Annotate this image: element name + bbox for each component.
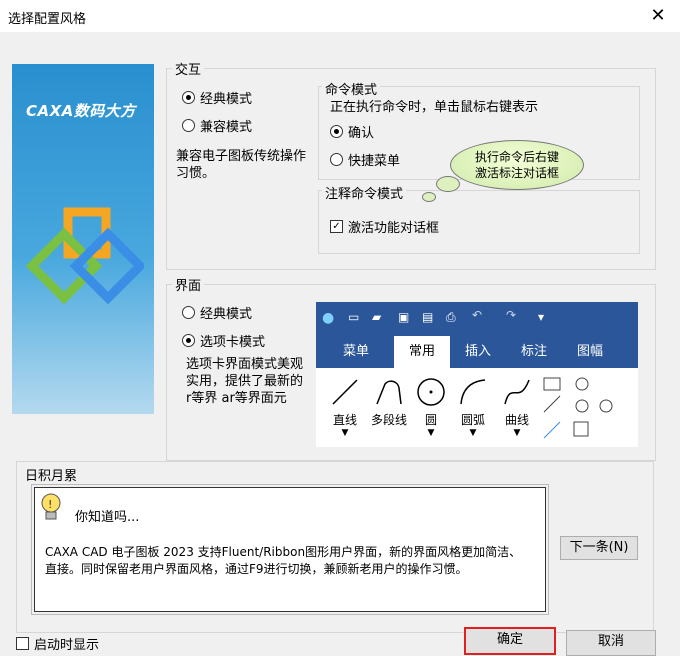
checkbox-box (16, 637, 29, 650)
curve-icon (504, 379, 530, 405)
interface-classic-radio[interactable]: 经典模式 (182, 303, 252, 322)
tips-box: ! 你知道吗... CAXA CAD 电子图板 2023 支持Fluent/Ri… (31, 484, 549, 615)
tool-curve: 曲线 ▼ (494, 376, 540, 438)
annotation-mode-label: 注释命令模式 (322, 183, 407, 202)
ribbon-tab-common: 常用 (394, 336, 450, 368)
radio-dot (182, 306, 195, 319)
next-tip-button[interactable]: 下一条(N) (560, 536, 638, 560)
arc-icon (460, 379, 486, 405)
interaction-group-label: 交互 (172, 59, 205, 78)
tips-heading: 你知道吗... (75, 510, 140, 525)
radio-dot (330, 153, 343, 166)
interface-group-label: 界面 (172, 275, 205, 294)
interface-ribbon-radio[interactable]: 选项卡模式 (182, 331, 265, 350)
chevron-down-icon: ▼ (469, 428, 477, 438)
polyline-icon (376, 380, 402, 405)
tips-body: CAXA CAD 电子图板 2023 支持Fluent/Ribbon图形用户界面… (45, 545, 522, 576)
command-mode-hint: 正在执行命令时，单击鼠标右键表示 (330, 100, 539, 115)
open-folder-icon: ▰ (372, 310, 382, 324)
circle-icon (417, 378, 445, 406)
customize-icon: ▾ (538, 310, 545, 324)
caxa-logo-icon (25, 207, 144, 305)
ribbon-tab-insert: 插入 (464, 344, 491, 359)
tool-arc: 圆弧 ▼ (450, 376, 496, 438)
save-as-icon: ▤ (422, 310, 434, 324)
tool-line: 直线 ▼ (322, 376, 368, 438)
brand-logo-text: CAXA数码大方 (26, 102, 136, 120)
check-icon: ✓ (330, 220, 343, 233)
line-icon (332, 379, 358, 405)
ribbon-tab-menu: 菜单 (342, 344, 369, 359)
ribbon-tab-strip: 菜单 常用 插入 标注 图幅 (316, 336, 638, 368)
small-tools-icon (543, 377, 613, 439)
dialog-title: 选择配置风格 (8, 12, 87, 27)
close-icon[interactable]: ✕ (646, 4, 670, 28)
new-file-icon: ▭ (348, 310, 360, 324)
interaction-description: 兼容电子图板传统操作习惯。 (176, 149, 307, 181)
chevron-down-icon: ▼ (513, 428, 521, 438)
interaction-classic-radio[interactable]: 经典模式 (182, 88, 252, 107)
tool-polyline: 多段线 (366, 376, 412, 428)
ribbon-tab-sheet: 图幅 (576, 344, 603, 359)
ribbon-preview: ● ▭ ▰ ▣ ▤ ⎙ ↶ ↷ ▾ 菜单 常用 插入 标注 图幅 直线 ▼ 多段线… (316, 302, 638, 447)
command-confirm-radio[interactable]: 确认 (330, 122, 374, 141)
radio-dot (182, 119, 195, 132)
command-shortcut-menu-radio[interactable]: 快捷菜单 (330, 150, 400, 169)
lightbulb-icon: ! (41, 493, 61, 520)
svg-text:!: ! (48, 498, 52, 511)
app-logo-icon: ● (322, 310, 335, 326)
radio-dot (182, 91, 195, 104)
undo-icon: ↶ (472, 308, 483, 322)
redo-icon: ↷ (506, 308, 517, 322)
tip-bubble: 执行命令后右键 激活标注对话框 (450, 140, 584, 190)
activate-dialog-checkbox[interactable]: ✓ 激活功能对话框 (330, 217, 439, 236)
ribbon-quick-access-bar: ● ▭ ▰ ▣ ▤ ⎙ ↶ ↷ ▾ (316, 302, 638, 336)
caxa-banner: CAXA数码大方 (12, 64, 154, 414)
chevron-down-icon: ▼ (341, 428, 349, 438)
tool-circle: 圆 ▼ (408, 376, 454, 438)
print-icon: ⎙ (446, 310, 456, 324)
radio-dot (330, 125, 343, 138)
chevron-down-icon: ▼ (427, 428, 435, 438)
show-on-startup-checkbox[interactable]: 启动时显示 (16, 634, 99, 653)
radio-dot (182, 334, 195, 347)
ribbon-tab-annotate: 标注 (520, 344, 547, 359)
interaction-compatible-radio[interactable]: 兼容模式 (182, 116, 252, 135)
bubble-tail-dot (422, 192, 436, 202)
tips-group-label: 日积月累 (22, 465, 81, 484)
interface-description: 选项卡界面模式美观 实用，提供了最新的 r等界 ar等界面元 (186, 357, 304, 406)
command-mode-label: 命令模式 (322, 79, 381, 98)
title-bar: 选择配置风格 ✕ (0, 0, 680, 32)
ok-button[interactable]: 确定 (464, 627, 556, 655)
save-icon: ▣ (398, 310, 410, 324)
bubble-tail-dot (436, 176, 460, 192)
cancel-button[interactable]: 取消 (566, 630, 656, 656)
